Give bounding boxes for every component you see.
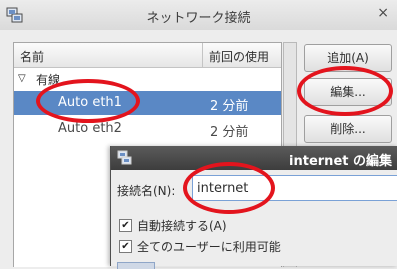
list-item-auto-eth2[interactable]: Auto eth2 2 分前	[14, 117, 281, 141]
column-divider	[202, 43, 203, 67]
list-header: 名前 前回の使用	[14, 43, 281, 68]
window-title: ネットワーク接続	[146, 11, 251, 26]
annotation-circle-edit-button	[297, 66, 393, 116]
connection-name: Auto eth2	[58, 121, 122, 136]
close-icon[interactable]: ×	[377, 5, 389, 21]
dialog-title: internet の編集	[289, 154, 392, 169]
all-users-checkbox[interactable]: ✔	[119, 240, 132, 253]
annotation-circle-auto-eth1	[36, 79, 140, 123]
expander-icon[interactable]: ▽	[18, 73, 26, 84]
connection-last-used: 2 分前	[210, 125, 249, 140]
column-header-name[interactable]: 名前	[20, 48, 44, 65]
connection-name-label: 接続名(N):	[117, 184, 176, 198]
all-users-label: 全てのユーザーに利用可能	[137, 240, 281, 254]
network-connections-icon	[117, 150, 132, 165]
delete-button[interactable]: 削除...	[304, 115, 392, 143]
annotation-circle-connection-name	[183, 162, 275, 214]
connection-last-used: 2 分前	[210, 99, 249, 114]
column-header-last-used[interactable]: 前回の使用	[209, 48, 269, 65]
auto-connect-checkbox[interactable]: ✔	[119, 219, 132, 232]
window-titlebar: ネットワーク接続 ×	[0, 0, 397, 30]
auto-connect-label: 自動接続する(A)	[137, 219, 227, 233]
